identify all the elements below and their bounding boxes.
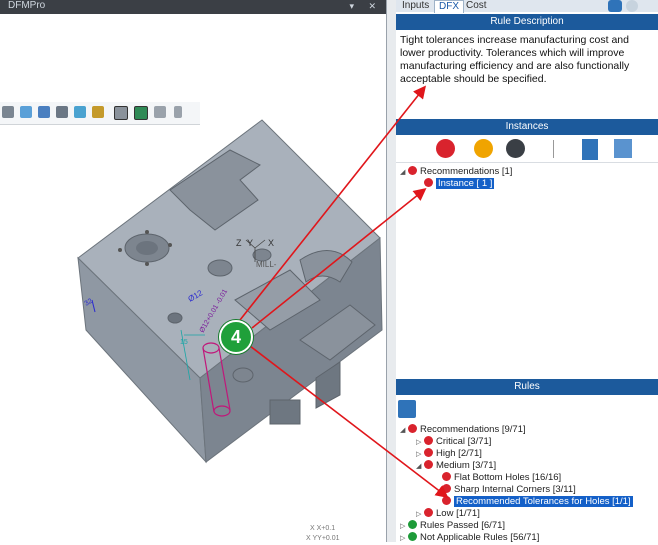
error-icon [408, 166, 417, 175]
error-icon [408, 424, 417, 433]
dfx-panel: Inputs DFX Cost Rule Description Tight t… [396, 0, 658, 544]
instance-root[interactable]: ◢ Recommendations [1] [400, 166, 512, 178]
error-icon [424, 508, 433, 517]
warning-icon[interactable] [474, 139, 493, 158]
coord-readout-1: X X+0.1 [310, 525, 335, 532]
instance-item[interactable]: Instance [ 1 ] [424, 178, 495, 190]
coord-readout-2: X YY+0.01 [306, 535, 340, 542]
check-icon [408, 520, 417, 529]
instances-header: Instances [396, 119, 658, 135]
ignore-icon[interactable] [506, 139, 525, 158]
check-icon [408, 532, 417, 541]
layout-icon[interactable] [608, 0, 622, 12]
tab-inputs[interactable]: Inputs [398, 0, 433, 12]
rules-medium[interactable]: ◢ Medium [3/71] [416, 460, 496, 472]
mill-label: MILL- [256, 260, 277, 269]
report-icon[interactable] [614, 139, 632, 158]
list-view-icon[interactable] [582, 139, 598, 160]
error-icon [424, 178, 433, 187]
error-icon [442, 484, 451, 493]
rules-low[interactable]: ▷ Low [1/71] [416, 508, 480, 520]
error-pencil-icon[interactable] [436, 139, 455, 158]
rules-not-applicable[interactable]: ▷ Not Applicable Rules [56/71] [400, 532, 539, 544]
rules-critical[interactable]: ▷ Critical [3/71] [416, 436, 491, 448]
rule-sharp-internal-corners[interactable]: Sharp Internal Corners [3/11] [442, 484, 576, 496]
toolbar-divider [553, 140, 554, 158]
error-icon [424, 448, 433, 457]
dfx-logo-icon [626, 0, 638, 12]
axis-y-label: Y [247, 238, 253, 248]
rules-toolbar [396, 398, 658, 420]
rules-high[interactable]: ▷ High [2/71] [416, 448, 482, 460]
axis-x-label: X [268, 238, 274, 248]
dim-15-label: 15 [180, 339, 188, 346]
rule-recommended-tolerances[interactable]: Recommended Tolerances for Holes [1/1] [442, 496, 633, 508]
error-icon [424, 436, 433, 445]
error-icon [442, 472, 451, 481]
tab-bar: Inputs DFX Cost [396, 0, 658, 13]
rule-description-header: Rule Description [396, 14, 658, 30]
cad-model[interactable]: Ø12 Ø12+0.01 -0.01 Z Y X MILL- 15 32 X X… [0, 0, 388, 542]
tab-dfx[interactable]: DFX [434, 0, 464, 13]
rules-header: Rules [396, 379, 658, 395]
expand-all-icon[interactable] [398, 400, 416, 418]
tab-cost[interactable]: Cost [462, 0, 491, 12]
rules-passed[interactable]: ▷ Rules Passed [6/71] [400, 520, 505, 532]
counterbore-inner [136, 241, 158, 255]
instances-toolbar [396, 136, 658, 163]
callout-number-badge: 4 [219, 320, 253, 354]
error-icon [424, 460, 433, 469]
error-icon [442, 496, 451, 505]
axis-z-label: Z [236, 238, 242, 248]
model-viewport[interactable]: DFMPro ▾ ✕ Ø12 Ø12+0.01 -0.01 Z Y X MILL… [0, 0, 388, 542]
rule-flat-bottom-holes[interactable]: Flat Bottom Holes [16/16] [442, 472, 561, 484]
rule-description-text: Tight tolerances increase manufacturing … [400, 34, 630, 85]
rules-recommendations[interactable]: ◢ Recommendations [9/71] [400, 424, 526, 436]
